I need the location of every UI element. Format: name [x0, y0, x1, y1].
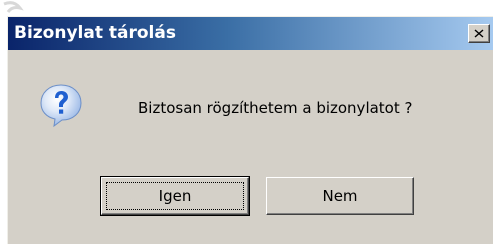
message-dialog: Bizonylat tárolás Biztosan rögzíthetem a… — [7, 16, 493, 244]
yes-button[interactable]: Igen — [100, 176, 250, 216]
dialog-title: Bizonylat tárolás — [14, 23, 176, 43]
dialog-message: Biztosan rögzíthetem a bizonylatot ? — [138, 99, 413, 117]
close-icon — [474, 29, 484, 38]
yes-button-label: Igen — [158, 187, 192, 205]
question-icon — [40, 84, 82, 128]
no-button-label: Nem — [322, 187, 358, 205]
close-button[interactable] — [468, 24, 490, 43]
title-bar[interactable]: Bizonylat tárolás — [8, 17, 493, 50]
no-button[interactable]: Nem — [266, 177, 414, 215]
